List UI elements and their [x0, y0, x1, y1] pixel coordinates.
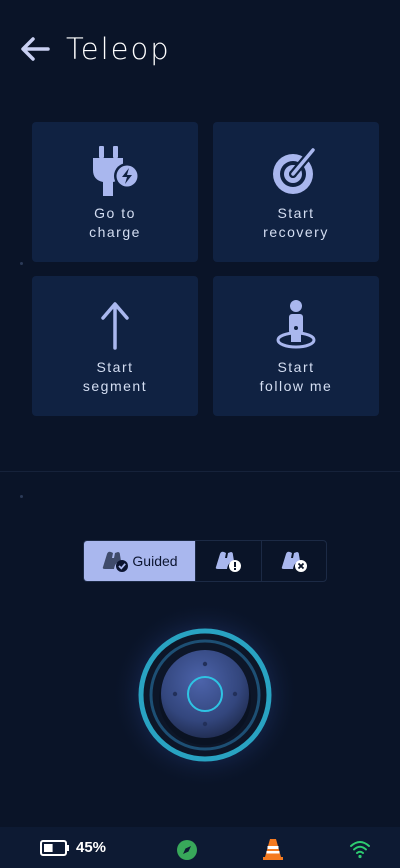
battery-indicator: 45%	[40, 839, 106, 856]
manual-mode-icon	[281, 551, 307, 572]
mode-warning-button[interactable]	[195, 541, 261, 581]
header: Teleop	[0, 0, 400, 100]
decor-dot	[20, 262, 23, 265]
start-recovery-label: Start recovery	[263, 205, 329, 240]
joystick[interactable]	[110, 600, 300, 790]
wifi-icon	[350, 841, 370, 859]
guided-mode-icon	[103, 551, 129, 572]
start-follow-me-button[interactable]: Start follow me	[213, 276, 379, 416]
arrow-left-icon[interactable]	[18, 32, 52, 66]
arrow-up-icon	[32, 298, 198, 352]
start-follow-me-label: Start follow me	[259, 359, 333, 394]
decor-dot	[20, 495, 23, 498]
go-to-charge-button[interactable]: Go to charge	[32, 122, 198, 262]
traffic-cone-icon	[263, 839, 283, 860]
plug-charge-icon	[32, 144, 198, 198]
mode-guided-label: Guided	[132, 553, 178, 569]
warning-mode-icon	[216, 551, 242, 572]
compass-safe-icon	[177, 840, 197, 860]
person-follow-icon	[213, 298, 379, 352]
joystick-icon	[111, 601, 299, 789]
section-divider	[0, 471, 400, 472]
start-recovery-button[interactable]: Start recovery	[213, 122, 379, 262]
battery-icon	[40, 839, 69, 856]
status-bar: 45%	[0, 827, 400, 868]
mode-selector: Guided	[83, 540, 327, 582]
mode-guided-button[interactable]: Guided	[84, 541, 195, 581]
mode-manual-button[interactable]	[260, 541, 327, 581]
start-segment-button[interactable]: Start segment	[32, 276, 198, 416]
battery-percent: 45%	[76, 839, 107, 856]
page-title: Teleop	[66, 32, 171, 66]
go-to-charge-label: Go to charge	[89, 205, 141, 240]
start-segment-label: Start segment	[82, 359, 148, 394]
radar-icon	[213, 144, 379, 198]
